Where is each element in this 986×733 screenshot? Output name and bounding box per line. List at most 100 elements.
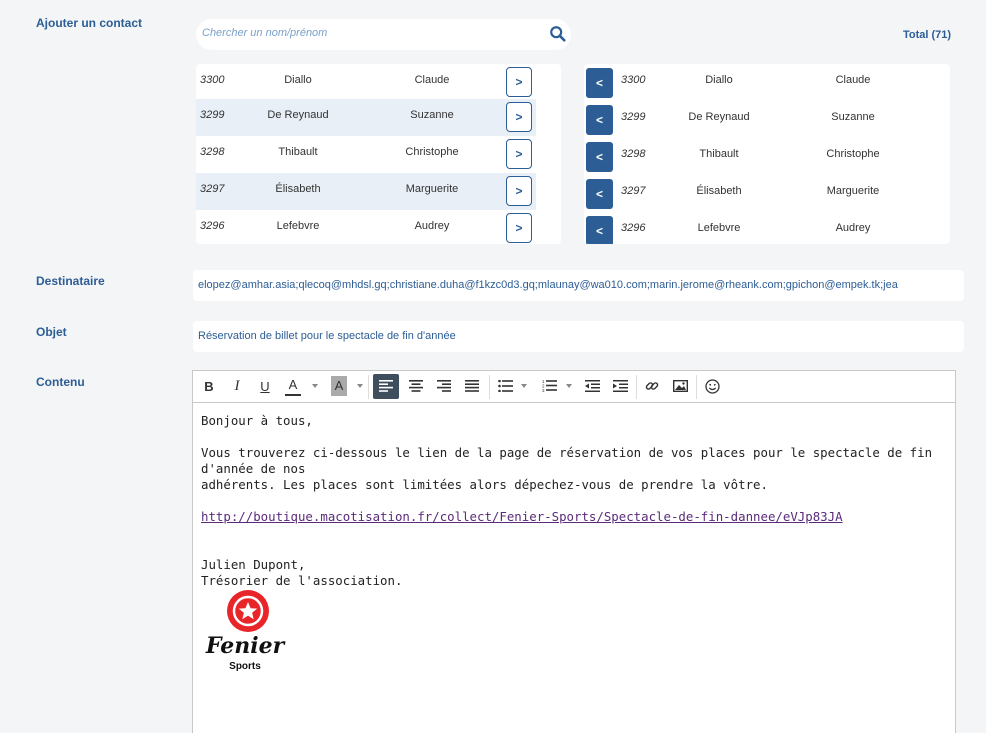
contact-first-name: Claude <box>414 74 450 86</box>
toolbar-divider <box>696 375 697 399</box>
contact-id: 3298 <box>200 146 225 158</box>
contact-last-name: Lefebvre <box>697 222 741 234</box>
contact-last-name: De Reynaud <box>267 109 329 121</box>
contact-last-name: Thibault <box>278 146 318 158</box>
italic-button[interactable]: I <box>227 374 247 399</box>
toolbar-divider <box>368 375 369 399</box>
search-icon[interactable] <box>549 25 567 43</box>
indent-icon <box>612 380 628 392</box>
justify-icon <box>465 380 479 392</box>
contact-first-name: Marguerite <box>405 183 459 195</box>
contact-id: 3298 <box>621 148 646 160</box>
recipient-field[interactable]: elopez@amhar.asia;qlecoq@mhdsl.gq;christ… <box>193 270 964 301</box>
contact-last-name: Élisabeth <box>696 185 742 197</box>
contact-id: 3297 <box>621 185 646 197</box>
contact-id: 3297 <box>200 183 225 195</box>
font-color-button[interactable]: A <box>285 374 301 396</box>
contact-first-name: Audrey <box>835 222 871 234</box>
contact-id: 3299 <box>200 109 225 121</box>
svg-text:3: 3 <box>542 388 545 392</box>
list-item: < 3297 Élisabeth Marguerite <box>584 175 950 212</box>
recipient-label: Destinataire <box>36 274 105 288</box>
list-item: < 3299 De Reynaud Suzanne <box>584 101 950 138</box>
remove-contact-button[interactable]: < <box>586 216 613 244</box>
bold-button[interactable]: B <box>199 374 219 399</box>
align-right-icon <box>437 380 451 392</box>
add-contact-button[interactable]: > <box>506 139 532 169</box>
background-color-button[interactable]: A <box>331 376 347 396</box>
available-contacts-list: 3300 Diallo Claude > 3299 De Reynaud Suz… <box>196 64 561 244</box>
content-label: Contenu <box>36 375 85 389</box>
contact-first-name: Claude <box>835 74 871 86</box>
list-item: 3299 De Reynaud Suzanne > <box>196 99 536 136</box>
list-item: < 3296 Lefebvre Audrey <box>584 212 950 244</box>
search-input[interactable] <box>202 27 532 39</box>
link-icon <box>645 382 659 390</box>
list-item: 3300 Diallo Claude > <box>196 64 536 101</box>
selected-contacts-list: < 3300 Diallo Claude < 3299 De Reynaud S… <box>584 64 950 244</box>
indent-button[interactable] <box>609 374 631 399</box>
contact-search <box>196 19 571 50</box>
add-contact-button[interactable]: > <box>506 67 532 97</box>
remove-contact-button[interactable]: < <box>586 105 613 135</box>
contact-first-name: Suzanne <box>831 111 875 123</box>
align-left-button[interactable] <box>373 374 399 399</box>
reservation-link[interactable]: http://boutique.macotisation.fr/collect/… <box>201 509 843 524</box>
signature-role: Trésorier de l'association. <box>201 573 403 588</box>
chevron-down-icon[interactable] <box>566 384 572 388</box>
editor-content[interactable]: Bonjour à tous, Vous trouverez ci-dessou… <box>201 413 941 589</box>
toolbar-divider <box>489 375 490 399</box>
justify-button[interactable] <box>459 374 485 399</box>
remove-contact-button[interactable]: < <box>586 68 613 98</box>
image-icon <box>672 379 688 393</box>
signature-name: Julien Dupont, <box>201 557 306 572</box>
numbered-list-button[interactable]: 123 <box>539 374 559 399</box>
contact-first-name: Christophe <box>405 146 459 158</box>
contact-last-name: Thibault <box>699 148 739 160</box>
align-left-icon <box>379 380 393 392</box>
contact-first-name: Suzanne <box>410 109 454 121</box>
paragraph-line: adhérents. Les places sont limitées alor… <box>201 477 768 492</box>
list-item: 3296 Lefebvre Audrey > <box>196 210 536 244</box>
contact-first-name: Marguerite <box>826 185 880 197</box>
smiley-icon <box>704 379 720 394</box>
add-contact-button[interactable]: > <box>506 102 532 132</box>
rich-text-editor: B I U A A 123 Bonjour à tous, Vous trouv… <box>192 370 956 733</box>
editor-toolbar: B I U A A 123 <box>193 371 955 403</box>
chevron-down-icon[interactable] <box>521 384 527 388</box>
add-contact-button[interactable]: > <box>506 176 532 206</box>
paragraph-line: Vous trouverez ci-dessous le lien de la … <box>201 445 933 476</box>
insert-link-button[interactable] <box>641 374 663 399</box>
outdent-button[interactable] <box>581 374 603 399</box>
fenier-sports-logo: Fenier Sports <box>205 589 285 679</box>
align-right-button[interactable] <box>431 374 457 399</box>
subject-label: Objet <box>36 325 67 339</box>
greeting-text: Bonjour à tous, <box>201 413 313 428</box>
contact-last-name: Diallo <box>705 74 733 86</box>
chevron-down-icon[interactable] <box>357 384 363 388</box>
contact-id: 3299 <box>621 111 646 123</box>
remove-contact-button[interactable]: < <box>586 179 613 209</box>
underline-button[interactable]: U <box>255 374 275 399</box>
subject-field[interactable]: Réservation de billet pour le spectacle … <box>193 321 964 352</box>
insert-image-button[interactable] <box>669 374 691 399</box>
emoji-button[interactable] <box>701 374 723 399</box>
contact-id: 3300 <box>200 74 225 86</box>
contact-last-name: Diallo <box>284 74 312 86</box>
remove-contact-button[interactable]: < <box>586 142 613 172</box>
contact-last-name: Lefebvre <box>276 220 320 232</box>
outdent-icon <box>584 380 600 392</box>
list-item: < 3298 Thibault Christophe <box>584 138 950 175</box>
bullet-list-button[interactable] <box>495 374 515 399</box>
align-center-icon <box>409 380 423 392</box>
chevron-down-icon[interactable] <box>312 384 318 388</box>
total-count: Total (71) <box>903 29 952 41</box>
align-center-button[interactable] <box>403 374 429 399</box>
contact-last-name: Élisabeth <box>275 183 321 195</box>
logo-sub: Sports <box>229 661 261 672</box>
add-contact-button[interactable]: > <box>506 213 532 243</box>
contact-id: 3296 <box>200 220 225 232</box>
